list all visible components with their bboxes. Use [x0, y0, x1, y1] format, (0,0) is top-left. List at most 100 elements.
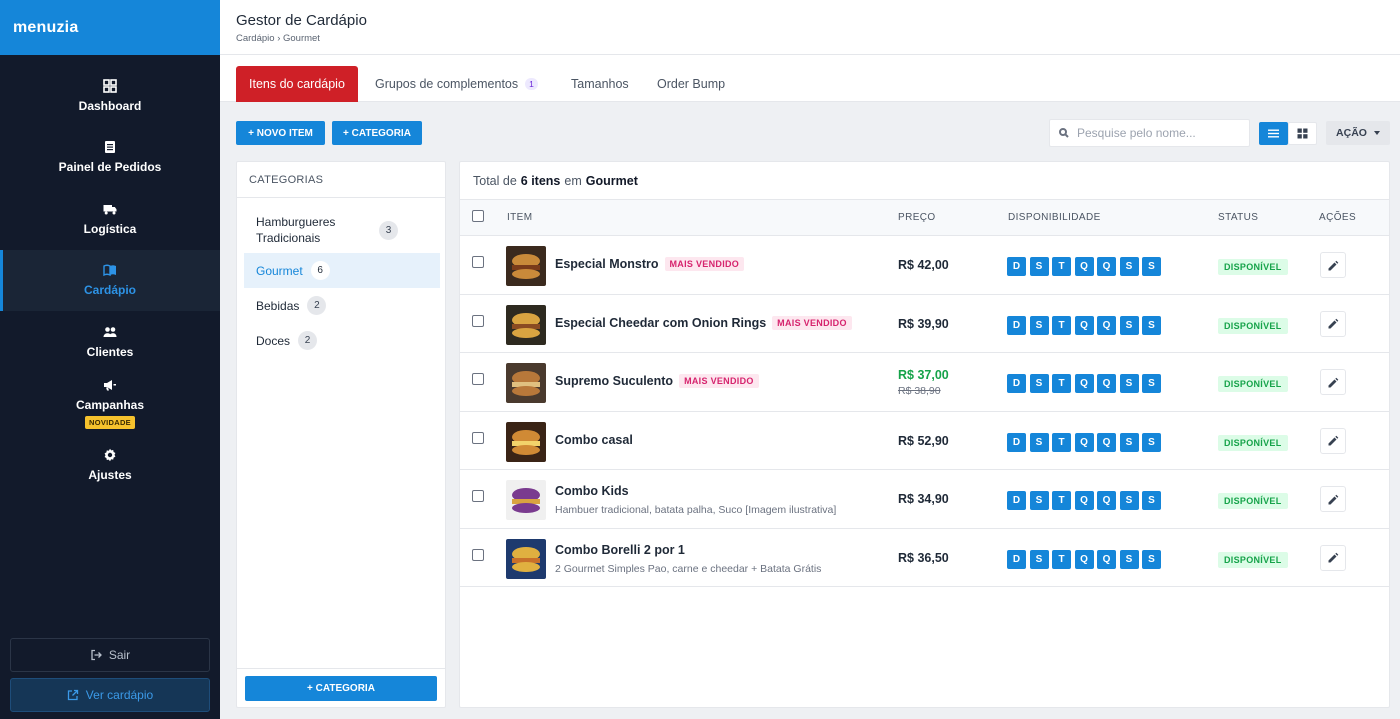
- row-checkbox[interactable]: [472, 373, 484, 385]
- total-mid: em: [564, 173, 582, 188]
- sidebar-item-menu[interactable]: Cardápio: [0, 249, 220, 311]
- list-view-button[interactable]: [1259, 122, 1288, 145]
- sidebar-item-logistics[interactable]: Logística: [0, 188, 220, 250]
- day-toggle[interactable]: S: [1029, 491, 1049, 510]
- day-toggle[interactable]: S: [1119, 374, 1139, 393]
- day-toggle[interactable]: S: [1142, 549, 1161, 569]
- logout-button[interactable]: Sair: [10, 638, 210, 672]
- item-name[interactable]: Combo casal: [555, 433, 633, 447]
- sidebar-item-campaigns[interactable]: Campanhas NOVIDADE: [0, 373, 220, 435]
- day-toggle[interactable]: S: [1029, 257, 1049, 276]
- day-toggle[interactable]: S: [1142, 315, 1161, 335]
- sidebar-item-settings[interactable]: Ajustes: [0, 434, 220, 496]
- day-toggle[interactable]: S: [1142, 432, 1161, 452]
- day-toggle[interactable]: Q: [1074, 315, 1094, 335]
- row-checkbox[interactable]: [472, 431, 484, 444]
- brand-logo[interactable]: menuzia: [0, 0, 220, 55]
- tab-order-bump[interactable]: Order Bump: [657, 66, 725, 102]
- add-category-footer-button[interactable]: + CATEGORIA: [245, 676, 437, 701]
- select-all-checkbox[interactable]: [472, 210, 484, 222]
- day-toggle[interactable]: Q: [1097, 257, 1116, 276]
- day-toggle[interactable]: Q: [1097, 549, 1116, 569]
- item-name[interactable]: Combo Borelli 2 por 1: [555, 543, 685, 557]
- item-name[interactable]: Especial Cheedar com Onion Rings MAIS VEN…: [555, 315, 852, 330]
- row-checkbox[interactable]: [472, 548, 484, 561]
- day-toggle[interactable]: S: [1119, 491, 1139, 510]
- day-toggle[interactable]: Q: [1097, 374, 1116, 393]
- item-name[interactable]: Especial Monstro MAIS VENDIDO: [555, 257, 745, 271]
- day-toggle[interactable]: S: [1142, 374, 1161, 393]
- item-name[interactable]: Combo Kids: [555, 484, 629, 498]
- edit-item-button[interactable]: [1320, 544, 1346, 571]
- day-toggle[interactable]: D: [1007, 432, 1026, 452]
- day-toggle[interactable]: D: [1007, 257, 1026, 276]
- day-toggle[interactable]: Q: [1097, 491, 1116, 510]
- tab-label: Order Bump: [657, 77, 726, 91]
- status-badge: DISPONÍVEL: [1218, 434, 1288, 451]
- day-toggle[interactable]: S: [1119, 549, 1139, 569]
- day-toggle[interactable]: S: [1119, 257, 1139, 276]
- tab-complement-groups[interactable]: Grupos de complementos 1: [375, 66, 538, 102]
- day-toggle[interactable]: Q: [1074, 257, 1094, 276]
- users-icon: [103, 326, 117, 337]
- day-toggle[interactable]: D: [1007, 374, 1026, 393]
- day-toggle[interactable]: D: [1007, 549, 1026, 569]
- day-toggle[interactable]: S: [1029, 549, 1049, 569]
- items-total-line: Total de 6 itens em Gourmet: [460, 162, 1389, 200]
- day-toggle[interactable]: S: [1029, 315, 1049, 335]
- row-checkbox[interactable]: [472, 314, 484, 327]
- tab-sizes[interactable]: Tamanhos: [571, 66, 629, 102]
- sidebar-item-orders[interactable]: Painel de Pedidos: [0, 127, 220, 189]
- total-category: Gourmet: [585, 173, 638, 188]
- action-dropdown[interactable]: AÇÃO: [1326, 121, 1390, 145]
- row-checkbox[interactable]: [472, 490, 484, 502]
- item-description: 2 Gourmet Simples Pao, carne e cheedar +…: [555, 562, 822, 575]
- breadcrumb: Cardápio › Gourmet: [236, 33, 320, 44]
- day-toggle[interactable]: S: [1142, 257, 1161, 276]
- new-item-button[interactable]: + NOVO ITEM: [236, 121, 325, 145]
- day-toggle[interactable]: S: [1029, 374, 1049, 393]
- day-toggle[interactable]: T: [1052, 549, 1071, 569]
- item-thumbnail: [506, 304, 546, 345]
- day-toggle[interactable]: D: [1007, 315, 1026, 335]
- day-toggle[interactable]: Q: [1097, 432, 1116, 452]
- pencil-icon: [1328, 260, 1338, 270]
- row-checkbox[interactable]: [472, 256, 484, 268]
- day-toggle[interactable]: Q: [1074, 549, 1094, 569]
- view-menu-button[interactable]: Ver cardápio: [10, 678, 210, 712]
- item-price-sale: R$ 37,00: [898, 368, 949, 382]
- day-toggle[interactable]: Q: [1097, 315, 1116, 335]
- item-name[interactable]: Supremo Suculento MAIS VENDIDO: [555, 374, 759, 388]
- category-item-gourmet[interactable]: Gourmet 6: [244, 253, 440, 288]
- edit-item-button[interactable]: [1320, 369, 1346, 395]
- day-toggle[interactable]: T: [1052, 257, 1071, 276]
- edit-item-button[interactable]: [1320, 486, 1346, 512]
- sidebar-item-clients[interactable]: Clientes: [0, 311, 220, 373]
- day-toggle[interactable]: S: [1029, 432, 1049, 452]
- edit-item-button[interactable]: [1320, 252, 1346, 278]
- day-toggle[interactable]: T: [1052, 432, 1071, 452]
- day-toggle[interactable]: Q: [1074, 374, 1094, 393]
- search-input[interactable]: [1077, 126, 1247, 140]
- day-toggle[interactable]: Q: [1074, 491, 1094, 510]
- item-title: Combo Kids: [555, 484, 629, 498]
- day-toggle[interactable]: T: [1052, 374, 1071, 393]
- day-toggle[interactable]: T: [1052, 491, 1071, 510]
- day-toggle[interactable]: D: [1007, 491, 1026, 510]
- day-toggle[interactable]: S: [1119, 315, 1139, 335]
- edit-item-button[interactable]: [1320, 427, 1346, 454]
- edit-item-button[interactable]: [1320, 310, 1346, 337]
- sidebar-item-dashboard[interactable]: Dashboard: [0, 65, 220, 127]
- category-item-hamburgueres[interactable]: Hamburgueres Tradicionais 3: [244, 207, 440, 253]
- category-item-bebidas[interactable]: Bebidas 2: [244, 288, 440, 323]
- tab-menu-items[interactable]: Itens do cardápio: [236, 66, 358, 102]
- day-toggle[interactable]: Q: [1074, 432, 1094, 452]
- grid-view-button[interactable]: [1288, 122, 1317, 145]
- day-toggle[interactable]: T: [1052, 315, 1071, 335]
- add-category-button[interactable]: + CATEGORIA: [332, 121, 422, 145]
- total-count: 6 itens: [520, 173, 561, 188]
- day-toggle[interactable]: S: [1119, 432, 1139, 452]
- category-count: 2: [298, 331, 318, 350]
- day-toggle[interactable]: S: [1142, 491, 1161, 510]
- category-item-doces[interactable]: Doces 2: [244, 323, 440, 358]
